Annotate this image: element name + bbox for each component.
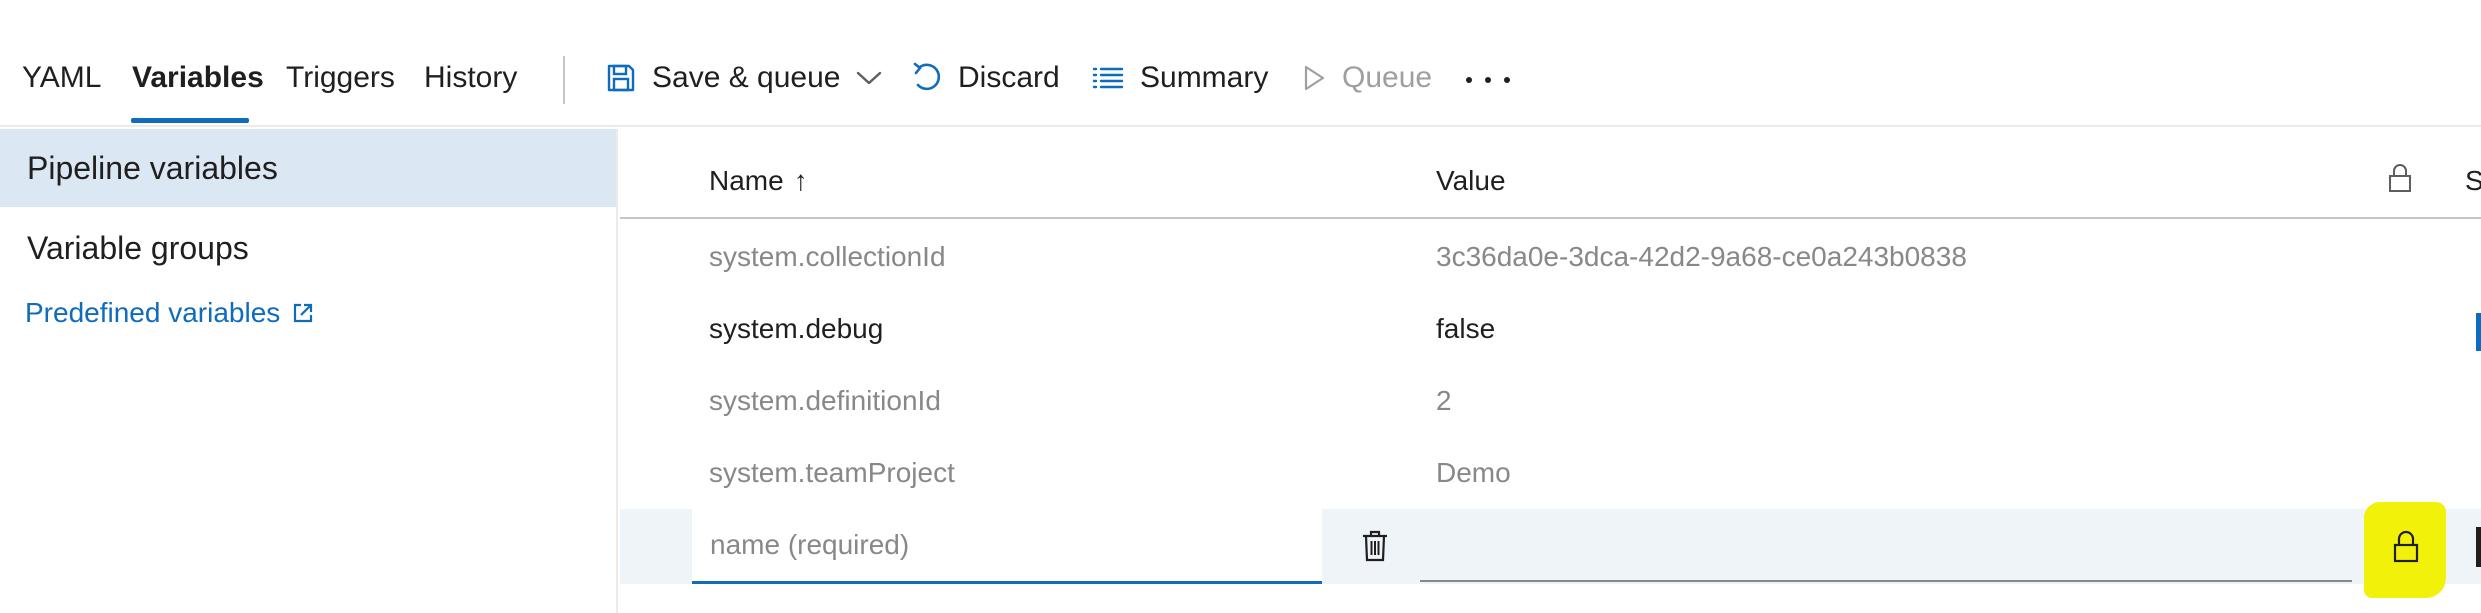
more-icon[interactable] [1466, 70, 1510, 90]
variable-name: system.teamProject [709, 457, 955, 488]
grid-header: Name ↑ Value S [620, 129, 2481, 219]
settable-checkbox[interactable] [2476, 527, 2481, 567]
summary-label: Summary [1140, 61, 1269, 94]
column-header-value: Value [1436, 165, 1506, 197]
column-header-name[interactable]: Name ↑ [709, 165, 808, 197]
summary-button[interactable]: Summary [1092, 58, 1268, 98]
column-name-label: Name [709, 165, 784, 196]
variable-value: 3c36da0e-3dca-42d2-9a68-ce0a243b0838 [1436, 241, 1967, 272]
tab-history[interactable]: History [424, 58, 517, 98]
table-row[interactable]: system.definitionId 2 [620, 365, 2481, 437]
variables-nav: Pipeline variables Variable groups Prede… [0, 129, 618, 613]
sort-ascending-icon: ↑ [793, 165, 808, 196]
variable-value: 2 [1436, 385, 1452, 416]
variable-value: Demo [1436, 457, 1511, 488]
delete-icon[interactable] [1355, 526, 1395, 566]
undo-icon [912, 61, 942, 95]
tab-triggers[interactable]: Triggers [286, 58, 395, 98]
variable-value-input[interactable] [1420, 509, 2352, 582]
variable-name: system.collectionId [709, 241, 946, 272]
save-and-queue-label: Save & queue [652, 61, 841, 94]
table-row[interactable]: system.debug false [620, 293, 2481, 365]
predefined-variables-link[interactable]: Predefined variables [25, 297, 314, 329]
discard-label: Discard [958, 61, 1060, 94]
column-header-settable: S [2465, 165, 2481, 197]
active-tab-indicator [131, 118, 249, 123]
new-variable-row [620, 502, 2481, 598]
variable-name: system.debug [709, 313, 884, 344]
queue-label: Queue [1342, 61, 1433, 94]
lock-icon [2387, 163, 2413, 193]
column-value-label: Value [1436, 165, 1506, 196]
variable-name: system.definitionId [709, 385, 941, 416]
variable-name-input[interactable] [692, 509, 1322, 584]
open-external-icon [292, 302, 314, 324]
variable-value: false [1436, 313, 1496, 344]
row-settable-indicator [2476, 313, 2481, 351]
save-icon [606, 63, 636, 93]
save-and-queue-button[interactable]: Save & queue [606, 58, 882, 98]
list-icon [1092, 65, 1124, 91]
toolbar-divider [563, 56, 565, 104]
play-icon [1302, 64, 1326, 92]
column-settable-label: S [2465, 165, 2481, 196]
table-row[interactable]: system.teamProject Demo [620, 437, 2481, 509]
pipeline-toolbar: YAML Variables Triggers History Save & q… [0, 0, 2481, 127]
variables-grid: Name ↑ Value S system.collectionId 3c36d… [620, 129, 2481, 613]
discard-button[interactable]: Discard [912, 58, 1060, 98]
nav-item-label: Variable groups [27, 229, 249, 266]
nav-item-variable-groups[interactable]: Variable groups [0, 209, 616, 287]
tab-variables[interactable]: Variables [132, 58, 264, 98]
table-row[interactable]: system.collectionId 3c36da0e-3dca-42d2-9… [620, 221, 2481, 293]
predefined-variables-label: Predefined variables [25, 297, 281, 328]
lock-icon[interactable] [2386, 526, 2426, 568]
chevron-down-icon[interactable] [856, 70, 882, 86]
tab-yaml[interactable]: YAML [22, 58, 101, 98]
queue-button[interactable]: Queue [1302, 58, 1432, 98]
nav-item-pipeline-variables[interactable]: Pipeline variables [0, 129, 616, 207]
nav-item-label: Pipeline variables [27, 149, 278, 186]
